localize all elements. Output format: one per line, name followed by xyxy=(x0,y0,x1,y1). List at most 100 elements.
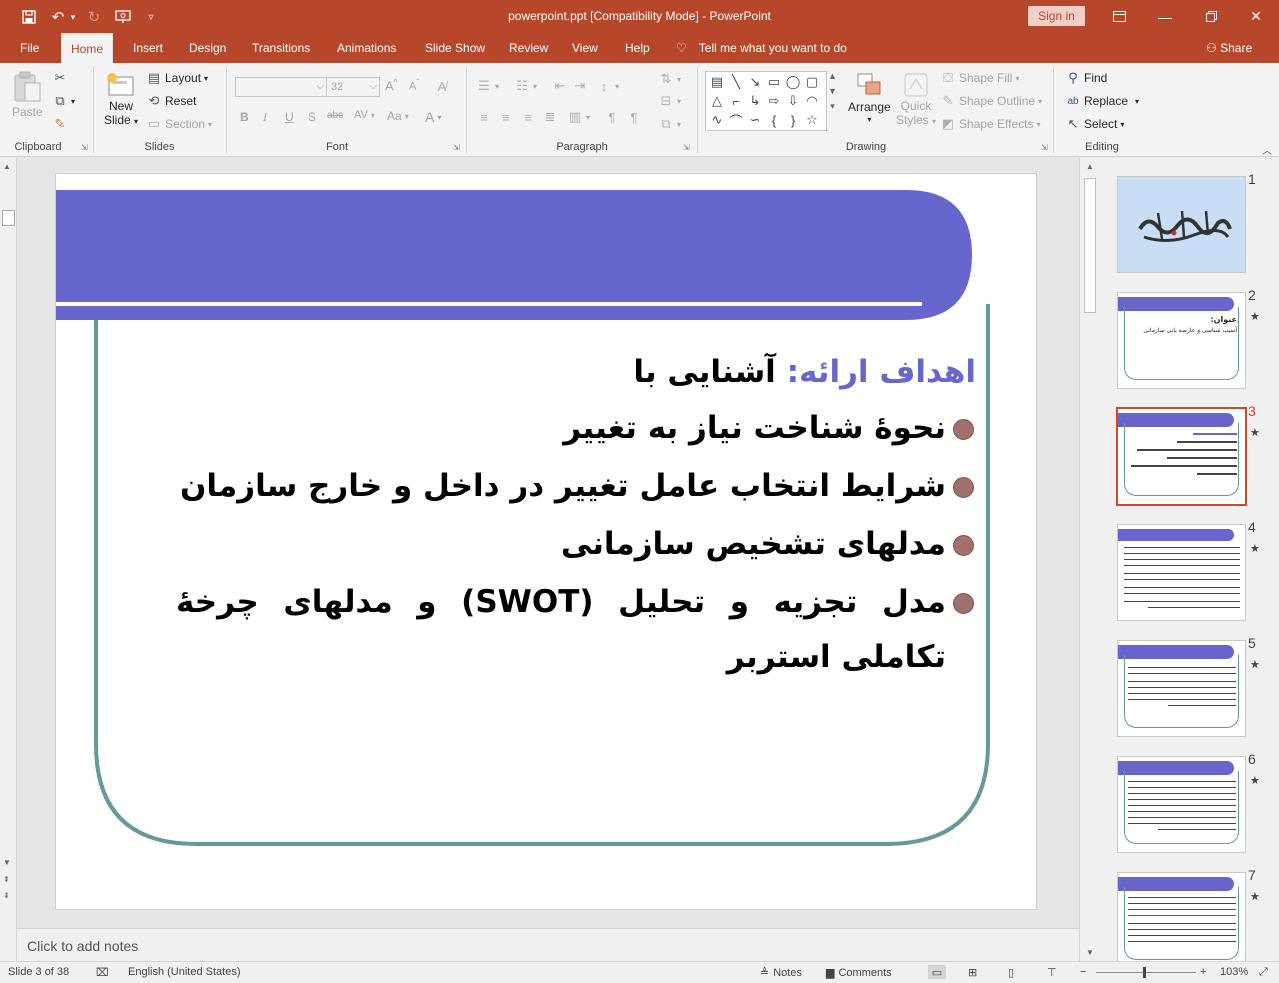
select-button[interactable]: ↖ Select ▾ xyxy=(1065,116,1125,132)
zoom-level[interactable]: 103% xyxy=(1220,966,1248,978)
next-slide-icon[interactable]: ⇟ xyxy=(3,891,10,900)
comments-toggle-button[interactable]: ▆ Comments xyxy=(826,966,892,980)
font-name-combo[interactable]: ⌵ xyxy=(235,77,327,97)
paste-button[interactable]: Paste xyxy=(12,71,43,119)
reset-button[interactable]: ⟲ Reset xyxy=(146,93,197,109)
tab-file[interactable]: File xyxy=(11,33,48,63)
slide-sorter-button[interactable]: ⊞ xyxy=(968,966,977,979)
paragraph-launcher-icon[interactable]: ⇲ xyxy=(683,143,693,153)
tab-insert[interactable]: Insert xyxy=(124,33,172,63)
ribbon-display-icon[interactable] xyxy=(1096,0,1142,33)
scroll-down-icon[interactable]: ▼ xyxy=(3,858,11,867)
down-arrow-shape-icon[interactable]: ⇩ xyxy=(784,92,802,110)
shapes-gallery[interactable]: ▤ ╲ ↘ ▭ ◯ ▢ △ ⌐ ↳ ⇨ ⇩ ◠ ∿ ⌒ ∽ { } ☆ xyxy=(705,71,827,131)
collapse-ribbon-icon[interactable]: ︿ xyxy=(1262,142,1272,157)
right-arrow-shape-icon[interactable]: ⇨ xyxy=(765,92,783,110)
restore-icon[interactable] xyxy=(1188,0,1234,33)
fit-to-window-icon[interactable]: ⤢ xyxy=(1259,966,1268,979)
italic-button[interactable]: I xyxy=(263,110,267,125)
signin-button[interactable]: Sign in xyxy=(1028,6,1085,26)
notes-placeholder[interactable]: Click to add notes xyxy=(27,938,138,954)
strikethrough-button[interactable]: abc xyxy=(327,110,343,121)
find-button[interactable]: ⚲ Find xyxy=(1065,70,1107,86)
notes-toggle-button[interactable]: ≜ Notes xyxy=(760,966,802,980)
tab-animations[interactable]: Animations xyxy=(328,33,405,63)
tell-me-search[interactable]: ♡ Tell me what you want to do xyxy=(676,33,847,63)
spell-check-icon[interactable]: ⌧ xyxy=(96,966,109,979)
shrink-font-button[interactable]: Aˇ xyxy=(409,78,419,93)
zoom-in-button[interactable]: + xyxy=(1200,966,1206,978)
shape-effects-button[interactable]: ◩ Shape Effects ▾ xyxy=(940,116,1041,132)
arc-shape-icon[interactable]: ⌒ xyxy=(727,111,745,129)
tab-design[interactable]: Design xyxy=(180,33,235,63)
bold-button[interactable]: B xyxy=(240,110,249,124)
scroll-down-icon[interactable]: ▼ xyxy=(1086,948,1094,957)
copy-button[interactable]: ⧉ ▾ xyxy=(52,93,75,109)
right-brace-shape-icon[interactable]: } xyxy=(784,111,802,129)
grow-font-button[interactable]: A^ xyxy=(385,78,397,93)
layout-button[interactable]: ▤ Layout ▾ xyxy=(146,70,208,86)
text-direction-button[interactable]: ⇅ ▾ xyxy=(658,71,681,87)
align-center-button[interactable]: ≡ xyxy=(498,109,514,125)
cut-button[interactable]: ✂ xyxy=(52,70,68,86)
scroll-up-icon[interactable]: ▲ xyxy=(3,162,11,171)
new-slide-button[interactable]: New Slide ▾ xyxy=(104,71,138,127)
slide-thumbnail-selected[interactable]: 3 ★ xyxy=(1101,390,1279,506)
vertical-scrollbar[interactable]: ▲ ▼ xyxy=(1079,158,1101,961)
arrow-shape-icon[interactable]: ↘ xyxy=(746,73,764,91)
shape-outline-button[interactable]: ✎ Shape Outline ▾ xyxy=(940,93,1043,109)
char-spacing-button[interactable]: AV ▾ xyxy=(354,109,375,121)
rectangle-shape-icon[interactable]: ▭ xyxy=(765,73,783,91)
language-indicator[interactable]: English (United States) xyxy=(128,966,241,978)
previous-slide-icon[interactable]: ⇞ xyxy=(3,875,10,884)
close-icon[interactable]: ✕ xyxy=(1233,0,1279,33)
slide-thumbnail[interactable]: 7 ★ xyxy=(1101,854,1279,961)
align-text-button[interactable]: ⊟ ▾ xyxy=(658,93,681,109)
horizontal-scroll-thumb[interactable] xyxy=(2,210,15,226)
more-shapes-icon[interactable]: ▾ xyxy=(830,101,835,112)
curve-shape-icon[interactable]: ∽ xyxy=(746,111,764,129)
slide-thumbnail[interactable]: 1 xyxy=(1101,158,1279,273)
increase-indent-button[interactable]: ⇥ xyxy=(572,78,588,94)
tab-review[interactable]: Review xyxy=(500,33,557,63)
justify-button[interactable]: ≣ xyxy=(542,109,558,125)
slide-canvas[interactable]: اهداف ارائه: آشنایی با نحوۀ شناخت نیاز ب… xyxy=(55,173,1037,910)
font-size-combo[interactable]: 32 ⌵ xyxy=(326,77,380,97)
change-case-button[interactable]: Aa ▾ xyxy=(387,109,409,123)
reading-view-button[interactable]: ▯ xyxy=(1008,966,1014,979)
line-shape-icon[interactable]: ╲ xyxy=(727,73,745,91)
triangle-shape-icon[interactable]: △ xyxy=(708,92,726,110)
shape-fill-button[interactable]: ⛋ Shape Fill ▾ xyxy=(940,70,1019,86)
scribble-shape-icon[interactable]: ∿ xyxy=(708,111,726,129)
notes-pane[interactable]: Click to add notes xyxy=(17,928,1079,961)
arrange-button[interactable]: Arrange ▾ xyxy=(848,71,891,124)
normal-view-button[interactable]: ▭ xyxy=(928,965,946,979)
drawing-launcher-icon[interactable]: ⇲ xyxy=(1041,143,1051,153)
zoom-out-button[interactable]: − xyxy=(1080,966,1086,978)
slide-thumbnail[interactable]: 6 ★ xyxy=(1101,738,1279,853)
star-shape-icon[interactable]: ☆ xyxy=(803,111,821,129)
slide-thumbnails-pane[interactable]: 1 2 ★ عنوان: آسیب شناسی و عارضه یابی ساز… xyxy=(1101,158,1279,961)
freeform-shape-icon[interactable]: ◠ xyxy=(803,92,821,110)
slide-thumbnail[interactable]: 2 ★ عنوان: آسیب شناسی و عارضه یابی سازما… xyxy=(1101,274,1279,389)
shadow-button[interactable]: S xyxy=(308,110,316,124)
format-painter-button[interactable]: ✎ xyxy=(52,116,68,132)
vertical-scroll-thumb[interactable] xyxy=(1084,178,1096,313)
line-spacing-button[interactable]: ↕ ▾ xyxy=(596,78,619,94)
section-button[interactable]: ▭ Section ▾ xyxy=(146,116,212,132)
font-launcher-icon[interactable]: ⇲ xyxy=(453,143,463,153)
slide-thumbnail[interactable]: 5 ★ xyxy=(1101,622,1279,737)
textbox-shape-icon[interactable]: ▤ xyxy=(708,73,726,91)
bullets-button[interactable]: ☰ ▾ xyxy=(476,78,499,94)
shapes-scroll[interactable]: ▲ ▼ ▾ xyxy=(828,71,837,112)
tab-home[interactable]: Home xyxy=(61,33,114,64)
align-right-button[interactable]: ≡ xyxy=(520,109,536,125)
elbow-arrow-icon[interactable]: ↳ xyxy=(746,92,764,110)
numbering-button[interactable]: ☷ ▾ xyxy=(514,78,537,94)
slideshow-button[interactable]: ⊤ xyxy=(1047,966,1057,979)
scroll-up-icon[interactable]: ▲ xyxy=(1086,162,1094,171)
underline-button[interactable]: U xyxy=(285,110,294,124)
font-color-button[interactable]: A ▾ xyxy=(425,109,441,125)
tab-view[interactable]: View xyxy=(563,33,607,63)
decrease-indent-button[interactable]: ⇤ xyxy=(552,78,568,94)
